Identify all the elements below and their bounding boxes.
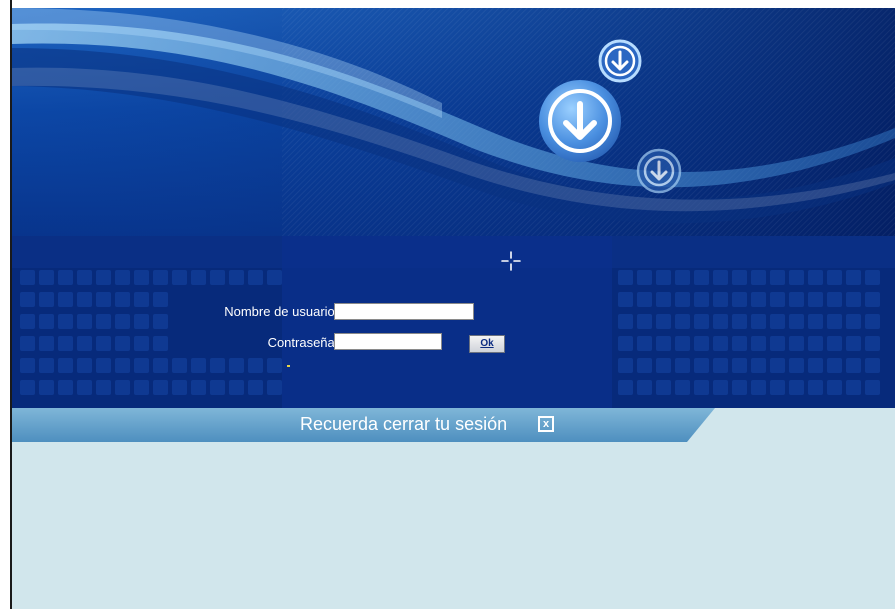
- ok-button[interactable]: Ok: [469, 335, 505, 353]
- password-label: Contraseña :: [267, 335, 342, 350]
- password-input[interactable]: [334, 333, 442, 350]
- login-form: Nombre de usuario : Contraseña : Ok: [182, 300, 522, 360]
- download-arrow-icon: [598, 39, 642, 83]
- hero-header: Nombre de usuario : Contraseña : Ok: [12, 8, 895, 408]
- logout-reminder-text: Recuerda cerrar tu sesión: [300, 414, 508, 434]
- download-arrow-icon: [539, 80, 621, 162]
- download-arrow-icon: [636, 148, 682, 194]
- login-page: Nombre de usuario : Contraseña : Ok Recu…: [0, 0, 895, 609]
- username-input[interactable]: [334, 303, 474, 320]
- close-icon[interactable]: x: [538, 416, 554, 432]
- username-label: Nombre de usuario :: [224, 304, 342, 319]
